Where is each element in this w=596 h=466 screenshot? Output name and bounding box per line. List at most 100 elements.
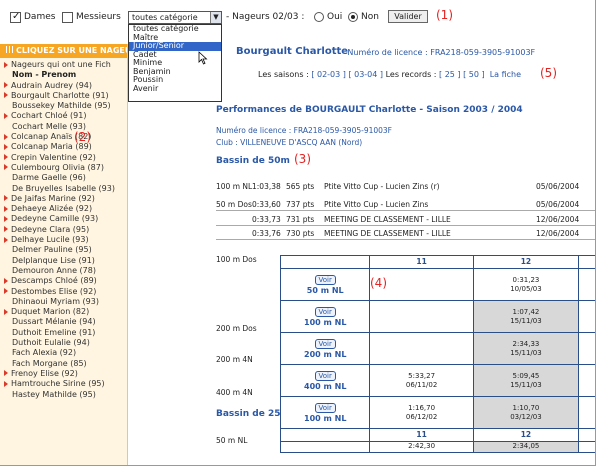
sidebar-swimmer-item[interactable]: Dussart Mélanie (94) bbox=[0, 317, 127, 327]
sidebar-swimmer-item[interactable]: Darme Gaelle (96) bbox=[0, 173, 127, 183]
club-line: Club : VILLENEUVE D'ASCQ AAN (Nord) bbox=[216, 138, 363, 147]
column-header: 11 bbox=[370, 256, 474, 268]
event-label: 400 m 4N bbox=[216, 388, 253, 397]
cell-value: 5:09,45 bbox=[512, 371, 540, 380]
result-event: 50 m Dos bbox=[216, 200, 252, 209]
sidebar-swimmer-item[interactable]: Fach Alexia (92) bbox=[0, 348, 127, 358]
arrow-right-icon bbox=[4, 143, 8, 150]
licence-line: Numéro de licence : FRA218-059-3905-9100… bbox=[216, 126, 392, 135]
result-time: 0:33,73 bbox=[252, 215, 281, 224]
sidebar-swimmer-item[interactable]: Duthoit Emeline (91) bbox=[0, 328, 127, 338]
season-links[interactable]: [ 02-03 ] [ 03-04 ] bbox=[311, 70, 383, 79]
cell-value: 0:31,23 bbox=[512, 275, 540, 284]
voir-button[interactable]: Voir bbox=[314, 338, 336, 349]
arrow-right-icon bbox=[4, 308, 8, 315]
chevron-down-icon[interactable]: ▼ bbox=[210, 12, 221, 23]
sidebar-swimmer-item[interactable]: Delhaye Lucile (93) bbox=[0, 235, 127, 245]
sidebar-intro: Nageurs qui ont une Fich bbox=[0, 60, 127, 70]
sidebar-swimmer-item[interactable]: Hastey Mathilde (95) bbox=[0, 390, 127, 400]
event-cell: Voir 200 m NL bbox=[281, 333, 371, 364]
event-label: 50 m NL bbox=[216, 436, 248, 445]
sidebar-swimmer-item[interactable]: De Bruyelles Isabelle (93) bbox=[0, 184, 127, 194]
cell-value: 2:42,30 bbox=[370, 442, 474, 452]
event-name[interactable]: 50 m NL bbox=[307, 286, 344, 295]
time-cell: 1:16,70 06/12/02 bbox=[370, 397, 474, 428]
cell-value: 15/11/03 bbox=[510, 316, 542, 325]
voir-button[interactable]: Voir bbox=[314, 402, 336, 413]
time-cell: 2:34,33 15/11/03 bbox=[473, 333, 580, 364]
sidebar-swimmer-item[interactable]: Duthoit Eulalie (94) bbox=[0, 338, 127, 348]
event-name[interactable]: 400 m NL bbox=[304, 382, 346, 391]
event-cell: Voir 100 m NL bbox=[281, 301, 371, 332]
oui-radio[interactable] bbox=[314, 12, 324, 22]
time-cell: 5:33,27 06/11/02 bbox=[370, 365, 474, 396]
result-time: 0:33,60 bbox=[252, 200, 281, 209]
sidebar-swimmer-item[interactable]: Colcanap Anaïs (82) bbox=[0, 132, 127, 142]
arrow-right-icon bbox=[4, 277, 8, 284]
sidebar-swimmer-item[interactable]: Bourgault Charlotte (91) bbox=[0, 91, 127, 101]
event-name[interactable]: 200 m NL bbox=[304, 350, 346, 359]
sidebar-swimmer-item[interactable]: Boussekey Mathilde (95) bbox=[0, 101, 127, 111]
messieurs-checkbox[interactable] bbox=[62, 12, 73, 23]
sidebar-swimmer-item[interactable]: Cochart Chloé (91) bbox=[0, 111, 127, 121]
category-selected-value: toutes catégorie bbox=[132, 13, 198, 22]
sidebar-swimmer-item[interactable]: Dedeyne Camille (93) bbox=[0, 214, 127, 224]
event-name[interactable]: 100 m NL bbox=[304, 414, 346, 423]
voir-button[interactable]: Voir bbox=[314, 306, 336, 317]
category-select[interactable]: toutes catégorie ▼ bbox=[128, 11, 222, 24]
table-row: Voir 100 m NL 1:16,70 06/12/02 1:10,70 03/12/… bbox=[281, 397, 595, 429]
result-event: 100 m NL bbox=[216, 182, 253, 191]
bassin-25-title: Bassin de 25 bbox=[216, 409, 281, 419]
arrow-right-icon bbox=[4, 236, 8, 243]
sidebar-swimmer-item[interactable]: Colcanap Maria (89) bbox=[0, 142, 127, 152]
sidebar-swimmer-item[interactable]: Delplanque Lise (91) bbox=[0, 256, 127, 266]
sidebar-swimmer-item[interactable]: Fach Morgane (85) bbox=[0, 359, 127, 369]
sidebar-swimmer-item[interactable]: Culembourg Olivia (87) bbox=[0, 163, 127, 173]
arrow-right-icon bbox=[4, 82, 8, 89]
event-label: 200 m 4N bbox=[216, 355, 253, 364]
voir-button[interactable]: Voir bbox=[314, 274, 336, 285]
result-meet: Ptite Vitto Cup - Lucien Zins bbox=[324, 200, 429, 209]
result-pts: 737 pts bbox=[286, 200, 315, 209]
annotation-1: (1) bbox=[436, 8, 453, 22]
sidebar-swimmer-item[interactable]: Descamps Chloé (89) bbox=[0, 276, 127, 286]
column-header: 11 bbox=[370, 429, 474, 441]
fiche-link[interactable]: La fiche bbox=[490, 70, 521, 79]
sidebar-swimmer-item[interactable]: Frenoy Elise (92) bbox=[0, 369, 127, 379]
sidebar-swimmer-item[interactable]: De Jaifas Marine (92) bbox=[0, 194, 127, 204]
sidebar-swimmer-item[interactable]: Dedeyne Clara (95) bbox=[0, 225, 127, 235]
sidebar-swimmer-item[interactable]: Audrain Audrey (94) bbox=[0, 81, 127, 91]
sidebar-swimmer-item[interactable]: Crepin Valentine (92) bbox=[0, 153, 127, 163]
dames-checkbox[interactable] bbox=[10, 11, 21, 23]
swimmer-list: Nageurs qui ont une Fich Nom - Prenom Au… bbox=[0, 58, 127, 400]
seasons-bar: Les saisons : [ 02-03 ] [ 03-04 ] Les re… bbox=[258, 70, 522, 79]
cell-value: 5:33,27 bbox=[408, 371, 436, 380]
arrow-right-icon bbox=[4, 370, 8, 377]
arrow-right-icon bbox=[4, 195, 8, 202]
sidebar-swimmer-item[interactable]: Hamtrouche Sirine (95) bbox=[0, 379, 127, 389]
result-meet: Ptite Vitto Cup - Lucien Zins (r) bbox=[324, 182, 440, 191]
table-row: Voir 100 m NL 1:07,42 15/11/03 bbox=[281, 301, 595, 333]
result-meet: MEETING DE CLASSEMENT - LILLE bbox=[324, 229, 451, 238]
licence-header: - Numéro de licence : FRA218-059-3905-91… bbox=[342, 48, 536, 57]
result-row: 50 m Dos 0:33,60 737 pts Ptite Vitto Cup - … bbox=[216, 198, 595, 211]
non-radio[interactable] bbox=[348, 12, 358, 22]
sidebar-swimmer-item[interactable]: Dhinaoui Myriam (93) bbox=[0, 297, 127, 307]
voir-button[interactable]: Voir bbox=[314, 370, 336, 381]
valider-button[interactable]: Valider bbox=[388, 10, 428, 23]
sidebar-swimmer-item[interactable]: Demouron Anne (78) bbox=[0, 266, 127, 276]
sidebar-swimmer-item[interactable]: Destombes Elise (92) bbox=[0, 287, 127, 297]
sidebar-swimmer-item[interactable]: Duquet Marion (82) bbox=[0, 307, 127, 317]
dropdown-option[interactable]: Avenir bbox=[129, 84, 221, 94]
event-name[interactable]: 100 m NL bbox=[304, 318, 346, 327]
column-header: 12 bbox=[473, 429, 580, 441]
time-cell: 1:07,42 15/11/03 bbox=[473, 301, 580, 332]
cell-value: 06/11/02 bbox=[405, 380, 438, 389]
sidebar-swimmer-item[interactable]: Cochart Melle (93) bbox=[0, 122, 127, 132]
sidebar-swimmer-item[interactable]: Delmer Pauline (95) bbox=[0, 245, 127, 255]
sidebar-swimmer-item[interactable]: Dehaeye Alizée (92) bbox=[0, 204, 127, 214]
result-row: 100 m NL 1:03,38 565 pts Ptite Vitto Cup - … bbox=[216, 180, 595, 193]
table-row: 2:42,30 2:34,05 bbox=[281, 442, 595, 452]
records-links[interactable]: [ 25 ] [ 50 ] bbox=[439, 70, 485, 79]
cell-value: 03/12/03 bbox=[510, 412, 542, 421]
